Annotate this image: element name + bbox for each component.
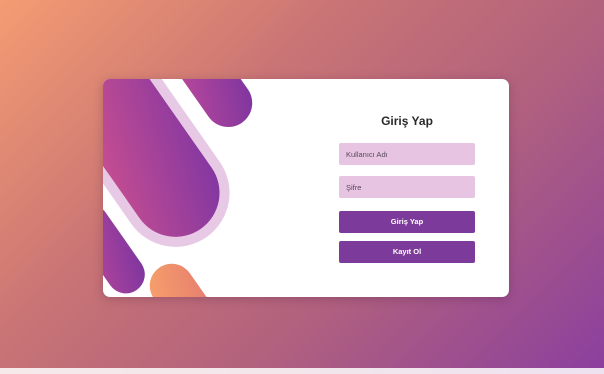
bottom-edge-strip — [0, 368, 604, 374]
login-title: Giriş Yap — [381, 114, 433, 128]
register-button[interactable]: Kayıt Ol — [339, 241, 475, 263]
password-input[interactable] — [339, 176, 475, 198]
decorative-pill-shapes — [103, 79, 253, 297]
pill-bottom — [149, 263, 232, 297]
username-input[interactable] — [339, 143, 475, 165]
login-card: Giriş Yap Giriş Yap Kayıt Ol — [103, 79, 509, 297]
login-button[interactable]: Giriş Yap — [339, 211, 475, 233]
